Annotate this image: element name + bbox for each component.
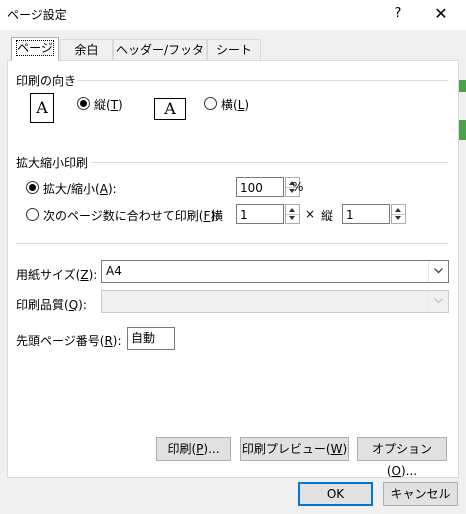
print-quality-end: ):: [78, 298, 87, 312]
cancel-button[interactable]: キャンセル: [383, 482, 458, 506]
portrait-key: T: [110, 98, 119, 112]
spin-divider: [392, 214, 405, 215]
fit-to-radio[interactable]: [26, 208, 39, 221]
percent-unit-text: %: [292, 180, 304, 194]
pages-wide-label: 横: [211, 209, 224, 223]
tab-page[interactable]: ページ: [11, 37, 59, 61]
print-button[interactable]: 印刷(P)...: [156, 437, 231, 461]
tab-page-label: ページ: [16, 40, 54, 56]
spin-down-icon[interactable]: [289, 216, 295, 220]
landscape-text: 横(: [221, 98, 238, 112]
pages-wide-input[interactable]: 1: [236, 204, 284, 224]
landscape-page-icon: A: [154, 98, 186, 120]
tab-sheet-label: シート: [215, 43, 252, 57]
pages-tall-input[interactable]: 1: [342, 204, 390, 224]
first-page-number-input[interactable]: 自動: [127, 327, 175, 350]
tab-sheet[interactable]: シート: [207, 39, 261, 61]
help-button[interactable]: ?: [386, 2, 410, 26]
pages-wide-spinner[interactable]: [285, 204, 300, 224]
chevron-down-icon[interactable]: [428, 261, 448, 282]
portrait-icon-glyph: A: [36, 98, 48, 117]
paper-size-key: Z: [80, 268, 89, 282]
landscape-radio[interactable]: [204, 97, 217, 110]
scaling-label: 拡大縮小印刷: [16, 156, 89, 170]
spin-up-icon[interactable]: [395, 208, 401, 212]
first-page-end: ):: [112, 334, 122, 348]
print-preview-button[interactable]: 印刷プレビュー(W): [240, 437, 349, 461]
orientation-label: 印刷の向き: [16, 74, 77, 88]
portrait-end: ): [118, 98, 123, 112]
paper-size-text: 用紙サイズ(: [16, 268, 81, 282]
section-divider: [78, 80, 448, 81]
title-bar: ページ設定 ? ✕: [0, 0, 466, 30]
preview-key: W: [330, 442, 343, 456]
options-end: )...: [401, 464, 418, 478]
adjust-to-label[interactable]: 拡大/縮小(A):: [43, 180, 117, 197]
portrait-text: 縦(: [94, 98, 111, 112]
print-text: 印刷(: [167, 442, 197, 456]
preview-text: 印刷プレビュー(: [241, 442, 331, 456]
tab-header-footer[interactable]: ヘッダー/フッター: [113, 39, 207, 77]
chevron-down-icon: [428, 291, 448, 312]
background-sheet-strip: [458, 80, 466, 92]
paper-size-value: A4: [106, 264, 122, 278]
landscape-label[interactable]: 横(L): [221, 96, 249, 113]
portrait-label[interactable]: 縦(T): [94, 96, 123, 113]
adjust-key: A: [99, 182, 108, 196]
scale-percent-input[interactable]: 100: [236, 177, 284, 197]
print-quality-text: 印刷品質(: [16, 298, 69, 312]
first-page-text: 先頭ページ番号(: [16, 334, 105, 348]
ok-button[interactable]: OK: [298, 482, 373, 506]
first-page-key: R: [104, 334, 113, 348]
print-quality-label: 印刷品質(Q):: [16, 296, 87, 313]
options-button[interactable]: オプション(O)...: [357, 437, 447, 478]
tab-margins[interactable]: 余白: [60, 39, 113, 61]
spin-down-icon[interactable]: [395, 216, 401, 220]
first-page-number-label: 先頭ページ番号(R):: [16, 332, 122, 349]
tab-margins-label: 余白: [74, 43, 99, 57]
landscape-icon-glyph: A: [164, 99, 176, 118]
window-title: ページ設定: [7, 8, 67, 22]
paper-size-label: 用紙サイズ(Z):: [16, 266, 97, 283]
percent-unit: %: [292, 180, 303, 194]
print-quality-select: [101, 290, 449, 313]
background-sheet-strip: [458, 120, 466, 140]
spin-up-icon[interactable]: [289, 208, 295, 212]
adjust-to-radio[interactable]: [26, 181, 39, 194]
preview-end: ): [342, 442, 348, 456]
paper-size-end: ):: [88, 268, 98, 282]
pages-tall-spinner[interactable]: [391, 204, 406, 224]
fit-text: 次のページ数に合わせて印刷(: [43, 209, 204, 223]
fit-to-label[interactable]: 次のページ数に合わせて印刷(F):: [43, 207, 219, 224]
pages-tall-label: 縦: [321, 209, 334, 223]
print-quality-key: Q: [68, 298, 79, 312]
portrait-page-icon: A: [30, 93, 54, 123]
page-setup-dialog: ページ設定 ? ✕ ページ 余白 ヘッダー/フッター シート 印刷の向き A 縦…: [0, 0, 466, 514]
close-button[interactable]: ✕: [426, 2, 456, 26]
adjust-text: 拡大/縮小(: [43, 182, 100, 196]
section-divider: [16, 243, 448, 244]
times-sign: ×: [305, 207, 316, 221]
section-divider: [92, 162, 448, 163]
options-key: O: [391, 464, 401, 478]
print-end: )...: [203, 442, 220, 456]
landscape-end: ): [244, 98, 250, 112]
paper-size-select[interactable]: A4: [101, 260, 449, 283]
adjust-end: ):: [107, 182, 117, 196]
spin-divider: [286, 214, 299, 215]
portrait-radio[interactable]: [77, 97, 90, 110]
